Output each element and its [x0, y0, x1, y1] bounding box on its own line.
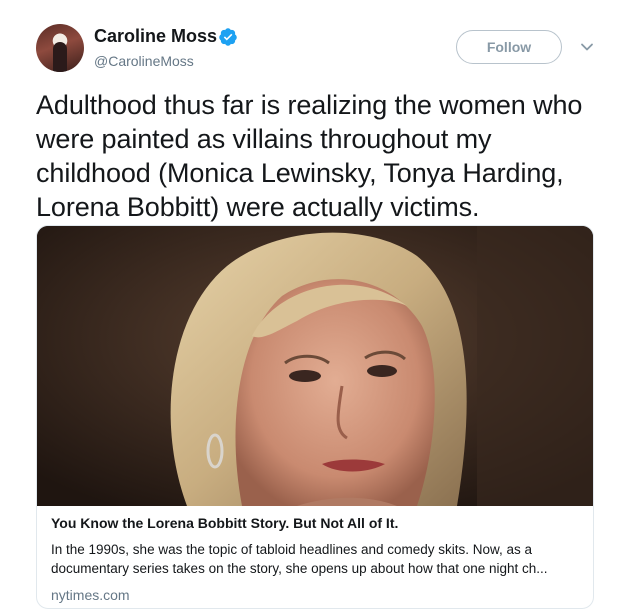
card-title[interactable]: You Know the Lorena Bobbitt Story. But N…	[51, 515, 581, 531]
avatar-figure	[53, 42, 67, 72]
card-domain: nytimes.com	[51, 587, 130, 603]
user-handle[interactable]: @CarolineMoss	[94, 53, 194, 69]
verified-badge-icon	[219, 28, 237, 46]
display-name[interactable]: Caroline Moss	[94, 26, 217, 47]
card-meta: You Know the Lorena Bobbitt Story. But N…	[51, 515, 581, 603]
avatar[interactable]	[36, 24, 84, 72]
article-photo[interactable]	[37, 226, 593, 506]
portrait-illustration	[37, 226, 593, 506]
chevron-down-icon[interactable]	[580, 40, 594, 54]
card-description: In the 1990s, she was the topic of tablo…	[51, 542, 548, 576]
follow-button[interactable]: Follow	[456, 30, 562, 64]
tweet-text: Adulthood thus far is realizing the wome…	[36, 90, 583, 222]
link-card[interactable]: You Know the Lorena Bobbitt Story. But N…	[36, 225, 594, 609]
